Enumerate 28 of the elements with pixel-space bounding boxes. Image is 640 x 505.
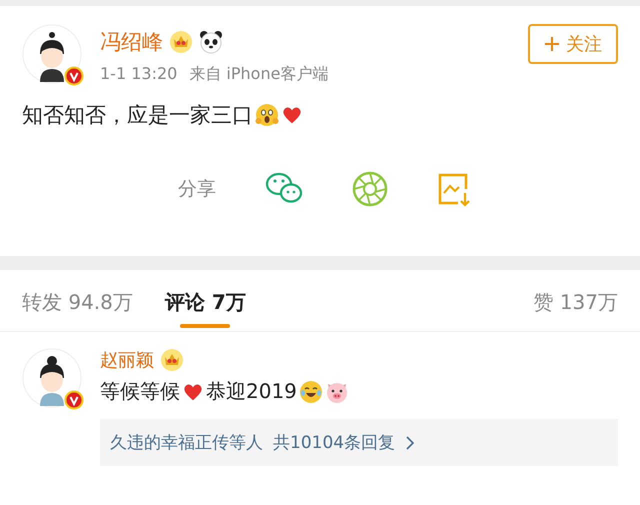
plus-icon bbox=[544, 36, 560, 52]
tab[interactable]: 赞 137万 bbox=[533, 289, 618, 330]
emoji-icon bbox=[255, 103, 279, 127]
reply-count: 共10104条回复 bbox=[273, 432, 396, 454]
avatar[interactable] bbox=[22, 348, 82, 408]
panda-icon bbox=[199, 30, 223, 54]
reply-authors: 久违的幸福正传等人 bbox=[110, 432, 263, 454]
emoji-icon bbox=[298, 380, 323, 404]
verified-badge-icon bbox=[64, 66, 84, 86]
aperture-icon[interactable] bbox=[352, 171, 388, 207]
save-image-icon[interactable] bbox=[436, 171, 472, 207]
post-text: 知否知否，应是一家三口 bbox=[22, 102, 253, 129]
post-time: 1-1 13:20 bbox=[100, 64, 178, 85]
share-label: 分享 bbox=[178, 177, 216, 202]
crown-icon bbox=[160, 348, 184, 372]
post-source: 来自 iPhone客户端 bbox=[189, 64, 328, 85]
replies-link[interactable]: 久违的幸福正传等人 共10104条回复 bbox=[100, 419, 618, 466]
crown-icon bbox=[169, 30, 193, 54]
follow-button[interactable]: 关注 bbox=[528, 24, 618, 64]
verified-badge-icon bbox=[64, 390, 84, 410]
avatar[interactable] bbox=[22, 24, 82, 84]
commenter-name[interactable]: 赵丽颖 bbox=[100, 348, 154, 372]
tab[interactable]: 转发 94.8万 bbox=[22, 289, 133, 330]
tab[interactable]: 评论 7万 bbox=[164, 289, 246, 330]
comment-text: 恭迎2019 bbox=[206, 378, 297, 405]
chevron-icon bbox=[405, 436, 416, 450]
comment-text: 等候等候 bbox=[100, 378, 180, 405]
author-name[interactable]: 冯绍峰 bbox=[100, 28, 163, 56]
